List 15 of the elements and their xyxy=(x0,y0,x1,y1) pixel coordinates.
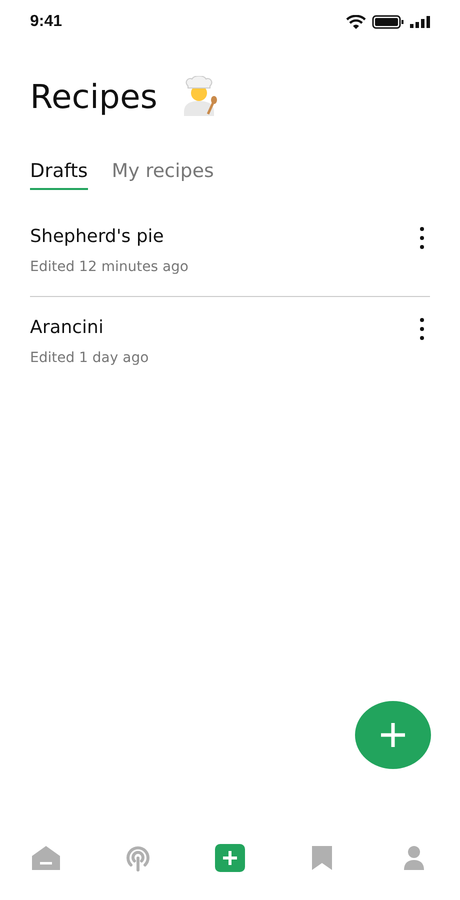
wifi-icon xyxy=(346,15,366,29)
tab[interactable]: My recipes xyxy=(112,160,214,190)
plus-icon xyxy=(380,722,406,748)
tab[interactable]: Drafts xyxy=(30,160,88,190)
battery-icon xyxy=(372,15,404,29)
more-icon xyxy=(420,227,424,249)
edited-time: Edited 1 day ago xyxy=(30,350,149,366)
page-title: Recipes xyxy=(30,76,158,116)
status-time: 9:41 xyxy=(30,13,62,31)
more-icon xyxy=(420,318,424,340)
signal-icon xyxy=(410,16,430,28)
edited-time: Edited 12 minutes ago xyxy=(30,259,188,275)
recipe-name[interactable]: Shepherd's pie xyxy=(30,226,188,247)
add-icon[interactable] xyxy=(213,842,247,874)
recipe-name[interactable]: Arancini xyxy=(30,317,149,338)
